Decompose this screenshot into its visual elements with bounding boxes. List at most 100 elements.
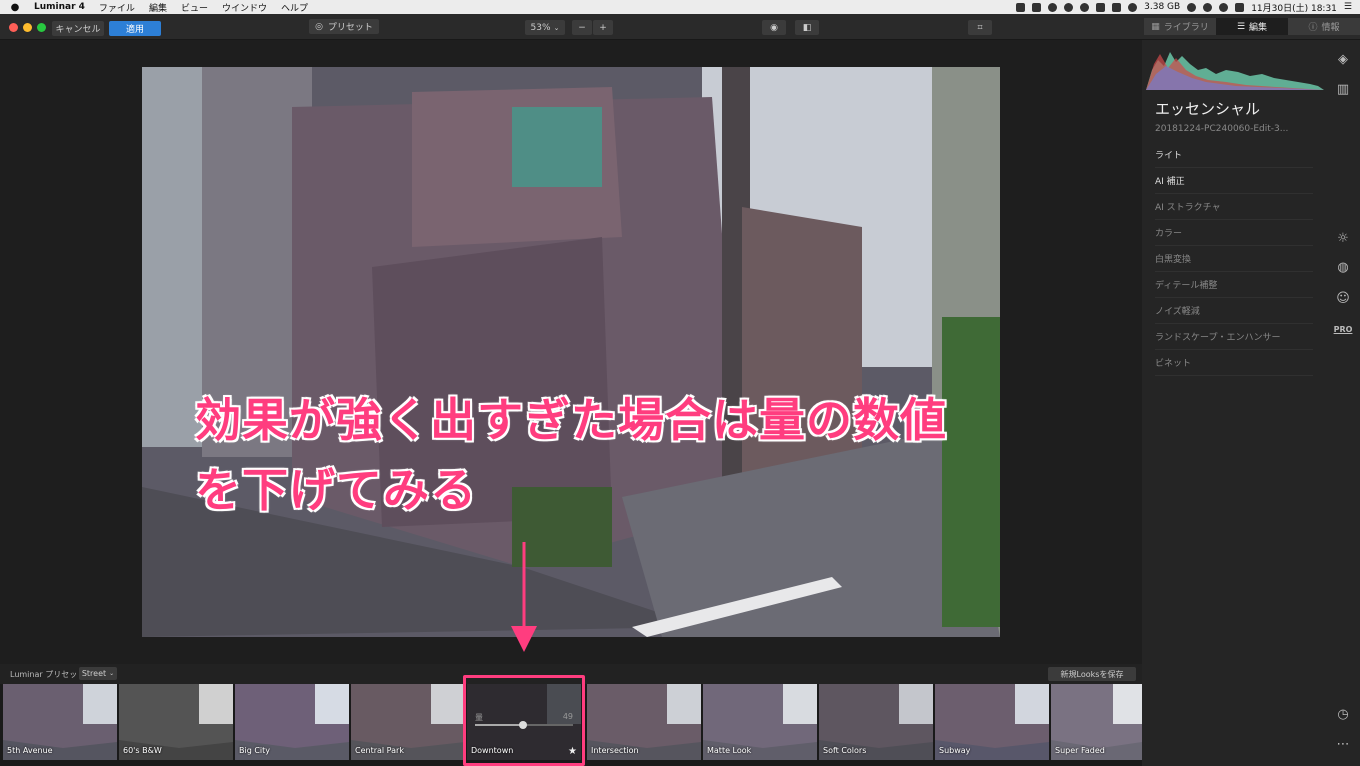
crop-button[interactable]: ⌗	[968, 20, 992, 35]
eye-icon: ◉	[770, 22, 778, 33]
tool-denoise[interactable]: ノイズ軽減	[1155, 298, 1313, 324]
compare-button[interactable]: ◧	[795, 20, 819, 35]
preset-thumbnail[interactable]: Central Park	[351, 684, 465, 760]
preset-label: Subway	[939, 746, 971, 755]
cancel-button[interactable]: キャンセル	[52, 21, 104, 36]
calendar-icon[interactable]	[1032, 2, 1042, 12]
tool-landscape-enhancer[interactable]: ランドスケープ・エンハンサー	[1155, 324, 1313, 350]
preset-thumbnail[interactable]: Intersection	[587, 684, 701, 760]
tool-bw-conversion[interactable]: 白黒変換	[1155, 246, 1313, 272]
zoom-value: 53%	[530, 22, 551, 33]
canvas-tools-icon[interactable]: ▥	[1334, 80, 1352, 98]
menu-edit[interactable]: 編集	[149, 1, 167, 14]
panel-title: エッセンシャル	[1155, 100, 1261, 118]
creative-palette-icon[interactable]: ◍	[1334, 258, 1352, 276]
tray-icon[interactable]	[1016, 2, 1026, 12]
main-photo[interactable]	[142, 67, 1000, 637]
right-panel: ◈ ▥ ☼ ◍ ☺ PRO ◷ ⋯ エッセンシャル 20181224-PC240…	[1142, 40, 1360, 766]
tab-library-label: ライブラリ	[1163, 23, 1209, 33]
tab-info[interactable]: ⓘ 情報	[1288, 18, 1360, 35]
tool-ai-enhance[interactable]: AI 補正	[1155, 168, 1313, 194]
clock-icon[interactable]	[1187, 2, 1197, 12]
selected-preset-highlight	[463, 675, 585, 766]
preset-label: Big City	[239, 746, 271, 755]
preset-label: Super Faded	[1055, 746, 1105, 755]
memory-usage[interactable]: 3.38 GB	[1144, 2, 1180, 12]
zoom-window-button[interactable]	[37, 23, 46, 32]
volume-icon[interactable]	[1203, 2, 1213, 12]
annotation-line-1: 効果が強く出すぎた場合は量の数値	[195, 393, 947, 447]
sliders-icon: ☰	[1236, 21, 1246, 32]
tool-ai-structure[interactable]: AI ストラクチャ	[1155, 194, 1313, 220]
preset-label: 60's B&W	[123, 746, 162, 755]
minimize-window-button[interactable]	[23, 23, 32, 32]
layers-icon[interactable]: ◈	[1334, 50, 1352, 68]
essentials-sun-icon[interactable]: ☼	[1334, 229, 1352, 247]
tool-color[interactable]: カラー	[1155, 220, 1313, 246]
tab-info-label: 情報	[1321, 23, 1340, 33]
annotation-line-2: を下げてみる	[195, 463, 477, 517]
datetime[interactable]: 11月30日(土) 18:31	[1251, 1, 1337, 14]
file-name: 20181224-PC240060-Edit-3...	[1155, 124, 1289, 134]
portrait-face-icon[interactable]: ☺	[1334, 289, 1352, 307]
preset-thumbnail[interactable]: Soft Colors	[819, 684, 933, 760]
tool-light[interactable]: ライト	[1155, 142, 1313, 168]
cloud-icon[interactable]	[1080, 2, 1090, 12]
app-toolbar: キャンセル 適用 ◎ プリセット 53% ⌄ − + ◉ ◧ ⌗ ▦ ライブラリ …	[0, 14, 1360, 40]
wifi-icon[interactable]	[1219, 2, 1229, 12]
chevron-down-icon: ⌄	[553, 23, 560, 32]
save-new-look-button[interactable]: 新規Looksを保存	[1048, 667, 1136, 681]
preview-eye-button[interactable]: ◉	[762, 20, 786, 35]
chevron-down-icon: ⌄	[109, 670, 115, 677]
preset-label: 5th Avenue	[7, 746, 53, 755]
app-menu[interactable]: Luminar 4	[34, 2, 85, 12]
preset-thumbnail[interactable]: Subway	[935, 684, 1049, 760]
annotation-arrow	[511, 542, 537, 652]
preset-bar-label: Luminar プリセット	[10, 670, 86, 679]
menu-file[interactable]: ファイル	[99, 1, 135, 14]
zoom-select[interactable]: 53% ⌄	[525, 20, 565, 35]
menu-view[interactable]: ビュー	[181, 1, 208, 14]
preset-thumbnail[interactable]: Matte Look	[703, 684, 817, 760]
tool-vignette[interactable]: ビネット	[1155, 350, 1313, 376]
mode-tabs: ▦ ライブラリ ☰ 編集 ⓘ 情報	[1144, 18, 1360, 35]
tab-edit[interactable]: ☰ 編集	[1216, 18, 1288, 35]
preset-thumbnail[interactable]: 5th Avenue	[3, 684, 117, 760]
tab-library[interactable]: ▦ ライブラリ	[1144, 18, 1216, 35]
tray-icon[interactable]	[1048, 2, 1058, 12]
preset-button-label: プリセット	[327, 23, 373, 33]
preset-thumbnail[interactable]: Big City	[235, 684, 349, 760]
tray-icon[interactable]	[1096, 2, 1106, 12]
list-icon[interactable]: ☰	[1344, 2, 1352, 12]
zoom-in-button[interactable]: +	[593, 20, 613, 35]
library-icon: ▦	[1151, 21, 1160, 32]
zoom-out-button[interactable]: −	[572, 20, 592, 35]
preset-label: Soft Colors	[823, 746, 867, 755]
apple-icon[interactable]: ●	[10, 2, 20, 13]
preset-thumbnail[interactable]: Super Faded	[1051, 684, 1142, 760]
tab-edit-label: 編集	[1249, 23, 1268, 33]
preset-thumbnail[interactable]: 60's B&W	[119, 684, 233, 760]
menu-help[interactable]: ヘルプ	[281, 1, 308, 14]
pro-tools-icon[interactable]: PRO	[1334, 320, 1353, 338]
compare-icon: ◧	[802, 22, 812, 33]
menu-window[interactable]: ウインドウ	[222, 1, 267, 14]
histogram	[1146, 40, 1324, 90]
preset-label: Matte Look	[707, 746, 752, 755]
cloud-icon[interactable]	[1064, 2, 1074, 12]
close-window-button[interactable]	[9, 23, 18, 32]
crop-icon: ⌗	[977, 22, 983, 33]
menu-bar: ● Luminar 4 ファイル 編集 ビュー ウインドウ ヘルプ 3.38 G…	[0, 0, 1360, 14]
preset-category-select[interactable]: Street ⌄	[79, 667, 117, 680]
apply-button[interactable]: 適用	[109, 21, 161, 36]
info-icon: ⓘ	[1308, 23, 1318, 33]
more-options-icon[interactable]: ⋯	[1334, 735, 1352, 753]
tool-details[interactable]: ディテール補整	[1155, 272, 1313, 298]
info-icon[interactable]	[1128, 2, 1138, 12]
preset-category-value: Street	[81, 669, 107, 678]
tray-icon[interactable]	[1112, 2, 1122, 12]
history-clock-icon[interactable]: ◷	[1334, 705, 1352, 723]
street-photo-image	[142, 67, 1000, 637]
preset-button[interactable]: ◎ プリセット	[309, 19, 379, 34]
input-source-icon[interactable]	[1235, 2, 1245, 12]
